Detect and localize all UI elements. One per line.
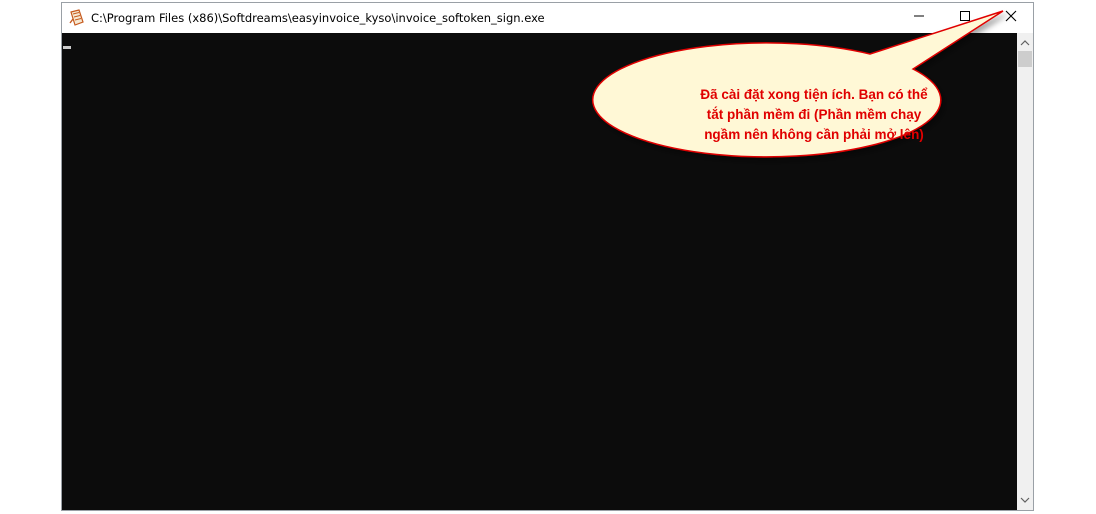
scroll-thumb[interactable] (1018, 51, 1032, 67)
console-window: C:\Program Files (x86)\Softdreams\easyin… (61, 2, 1034, 511)
callout-line-2: tắt phần mềm đi (Phần mềm chạy (706, 107, 922, 122)
console-app-icon (68, 9, 86, 27)
text-cursor (63, 46, 71, 49)
minimize-button[interactable] (896, 3, 942, 33)
chevron-up-icon (1020, 34, 1030, 52)
callout-line-1: Đã cài đặt xong tiện ích. Bạn có thể (700, 87, 928, 102)
minimize-icon (913, 9, 925, 27)
close-button[interactable] (988, 3, 1034, 33)
callout-line-3: ngầm nên không cần phải mở lên) (704, 127, 924, 142)
scroll-up-button[interactable] (1017, 35, 1033, 51)
maximize-button[interactable] (942, 3, 988, 33)
window-title: C:\Program Files (x86)\Softdreams\easyin… (91, 11, 545, 25)
chevron-down-icon (1020, 491, 1030, 509)
scroll-down-button[interactable] (1017, 492, 1033, 508)
callout-message: Đã cài đặt xong tiện ích. Bạn có thể tắt… (672, 85, 956, 145)
close-icon (1005, 9, 1017, 27)
maximize-icon (959, 9, 971, 27)
vertical-scrollbar[interactable] (1017, 33, 1033, 510)
title-bar[interactable]: C:\Program Files (x86)\Softdreams\easyin… (62, 3, 1033, 33)
